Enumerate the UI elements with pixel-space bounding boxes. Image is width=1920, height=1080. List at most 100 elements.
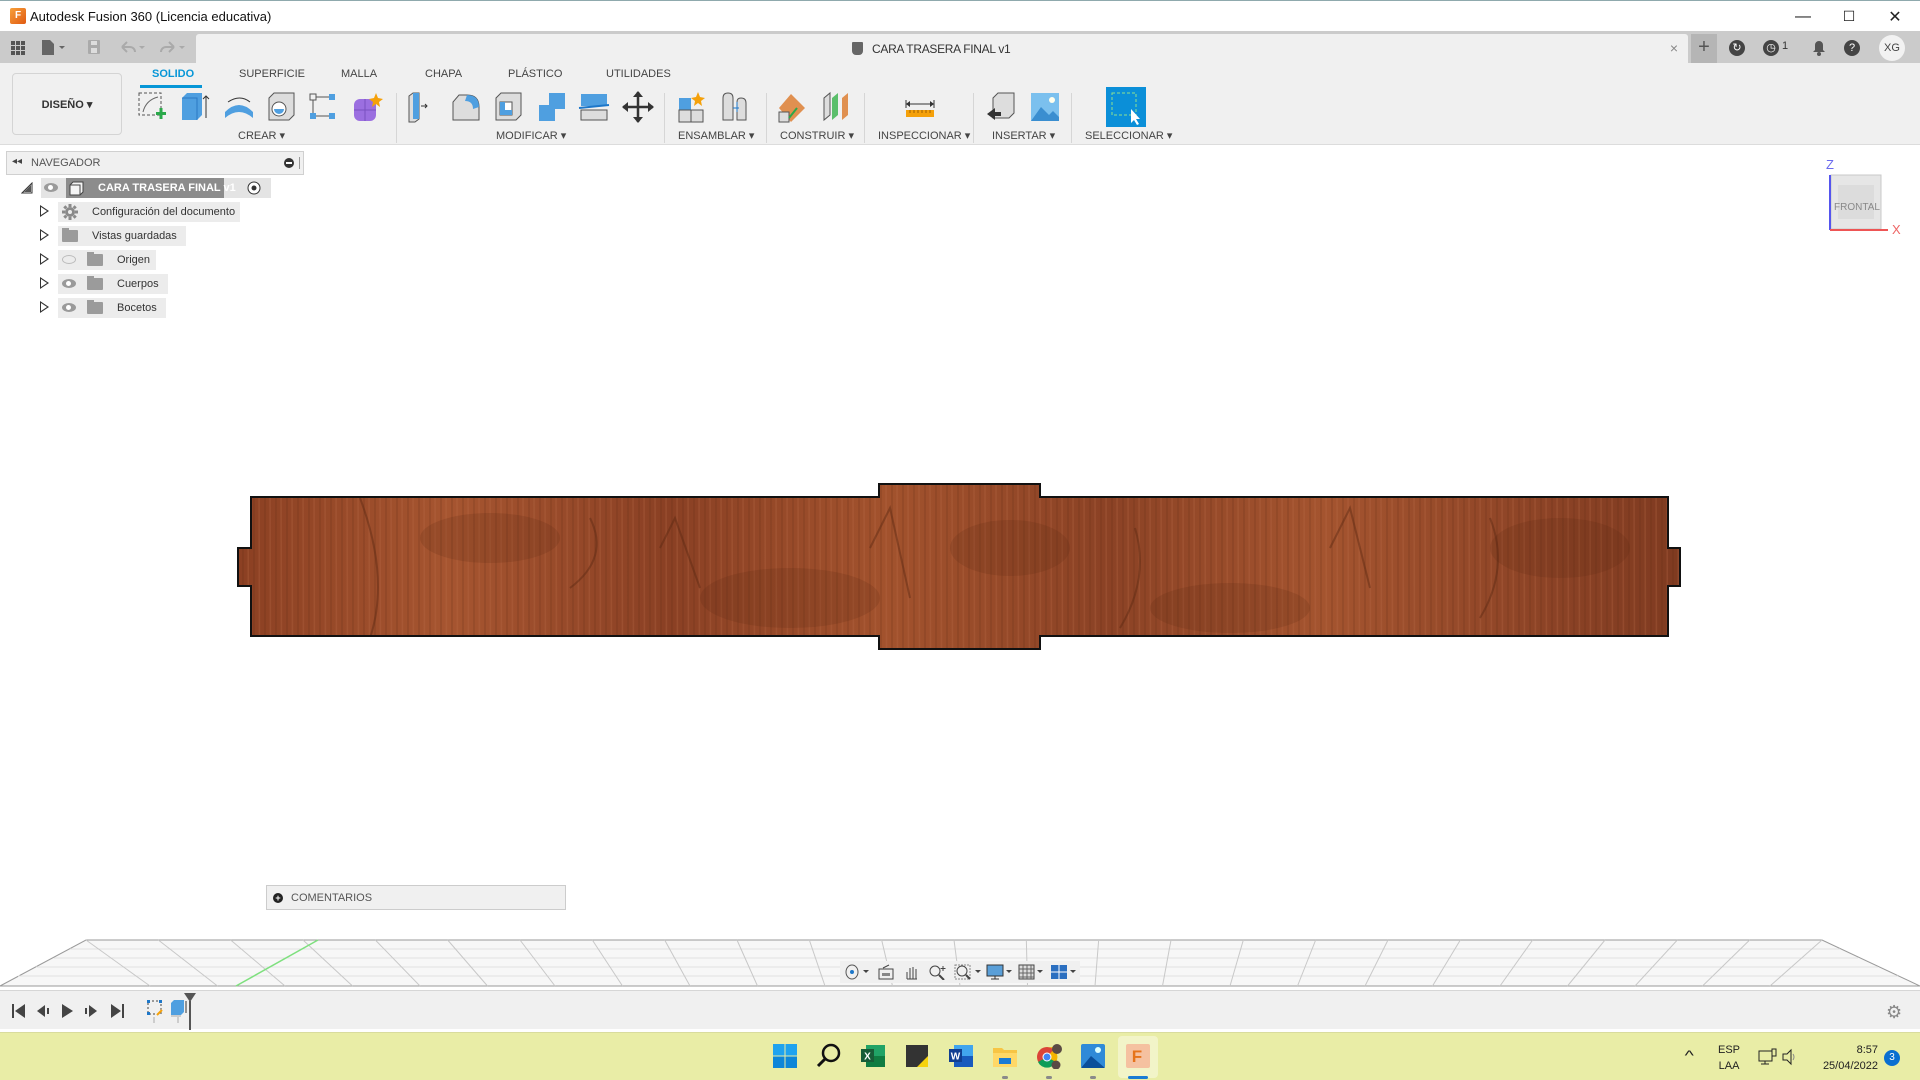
- visibility-eye-icon[interactable]: [62, 279, 76, 288]
- new-tab-button[interactable]: +: [1691, 34, 1717, 63]
- redo-icon[interactable]: [158, 38, 188, 56]
- tab-plastico[interactable]: PLÁSTICO: [508, 68, 562, 80]
- grid-settings-icon[interactable]: [1018, 964, 1046, 980]
- timeline-previous-icon[interactable]: [34, 1003, 52, 1019]
- insert-canvas-icon[interactable]: [1028, 90, 1062, 124]
- viewports-icon[interactable]: [1050, 964, 1078, 980]
- zoom-icon[interactable]: [928, 964, 948, 980]
- close-button[interactable]: ✕: [1872, 1, 1918, 32]
- joint-icon[interactable]: [719, 90, 753, 124]
- timeline-next-icon[interactable]: [82, 1003, 100, 1019]
- tab-superficie[interactable]: SUPERFICIE: [239, 68, 305, 80]
- press-pull-icon[interactable]: [405, 90, 439, 124]
- revolve-icon[interactable]: [222, 90, 256, 124]
- extrude-icon[interactable]: [178, 90, 212, 124]
- tab-malla[interactable]: MALLA: [341, 68, 377, 80]
- construir-menu[interactable]: CONSTRUIR ▾: [780, 129, 854, 142]
- sticky-notes-icon[interactable]: [904, 1043, 930, 1069]
- tree-item-origin[interactable]: Origen: [40, 250, 170, 270]
- show-hidden-icons-chevron[interactable]: ^: [1685, 1047, 1694, 1063]
- tree-item-document-settings[interactable]: Configuración del documento: [40, 202, 250, 222]
- display-settings-icon[interactable]: [986, 964, 1014, 980]
- modificar-menu[interactable]: MODIFICAR ▾: [496, 129, 566, 142]
- sketch-feature-icon[interactable]: [146, 999, 164, 1023]
- timeline-first-icon[interactable]: [10, 1003, 28, 1019]
- create-form-icon[interactable]: [350, 90, 384, 124]
- tab-utilidades[interactable]: UTILIDADES: [606, 68, 671, 80]
- chrome-icon[interactable]: [1036, 1043, 1062, 1069]
- timeline-marker-handle[interactable]: [184, 993, 196, 1030]
- file-menu-icon[interactable]: [40, 38, 70, 56]
- select-icon[interactable]: [1106, 87, 1146, 127]
- crear-menu[interactable]: CREAR ▾: [238, 129, 285, 142]
- undo-icon[interactable]: [118, 38, 148, 56]
- file-explorer-icon[interactable]: [992, 1043, 1018, 1069]
- create-sketch-icon[interactable]: [136, 90, 170, 124]
- seleccionar-menu[interactable]: SELECCIONAR ▾: [1085, 129, 1172, 142]
- board-body[interactable]: [230, 478, 1690, 658]
- fusion360-icon[interactable]: F: [1125, 1043, 1151, 1069]
- word-icon[interactable]: W: [948, 1043, 974, 1069]
- network-icon[interactable]: [1758, 1048, 1778, 1066]
- new-component-icon[interactable]: [676, 90, 710, 124]
- tree-item-bodies[interactable]: Cuerpos: [40, 274, 170, 294]
- data-panel-grid-icon[interactable]: [10, 38, 26, 56]
- look-at-icon[interactable]: [877, 964, 895, 980]
- visibility-eye-icon[interactable]: [62, 303, 76, 312]
- maximize-button[interactable]: ☐: [1826, 1, 1872, 32]
- minimize-navigator-button[interactable]: [284, 158, 294, 168]
- inspeccionar-menu[interactable]: INSPECCIONAR ▾: [878, 129, 970, 142]
- fillet-icon[interactable]: [449, 90, 483, 124]
- collapse-navigator-button[interactable]: ◂◂: [12, 156, 22, 167]
- orbit-icon[interactable]: [844, 964, 870, 980]
- collapse-triangle-icon[interactable]: [21, 182, 33, 194]
- workspace-switcher[interactable]: DISEÑO ▾: [12, 73, 122, 135]
- midplane-icon[interactable]: [820, 90, 854, 124]
- pan-icon[interactable]: [903, 964, 921, 980]
- save-icon[interactable]: [86, 38, 102, 56]
- windows-start-icon[interactable]: [772, 1043, 798, 1069]
- tree-item-saved-views[interactable]: Vistas guardadas: [40, 226, 210, 246]
- volume-icon[interactable]: [1782, 1048, 1798, 1066]
- help-icon[interactable]: ?: [1844, 40, 1860, 56]
- timeline-play-icon[interactable]: [58, 1003, 76, 1019]
- viewcube[interactable]: Z X FRONTAL: [1826, 157, 1901, 237]
- system-clock[interactable]: 8:57 25/04/2022: [1800, 1042, 1878, 1074]
- input-language-indicator[interactable]: ESP LAA: [1718, 1042, 1740, 1074]
- pattern-icon[interactable]: [307, 90, 341, 124]
- expand-triangle-icon[interactable]: [40, 205, 49, 217]
- job-status-icon[interactable]: ◷: [1763, 40, 1779, 56]
- move-icon[interactable]: [621, 90, 655, 124]
- split-body-icon[interactable]: [578, 90, 612, 124]
- timeline-settings-gear-icon[interactable]: ⚙: [1886, 1002, 1902, 1023]
- ensamblar-menu[interactable]: ENSAMBLAR ▾: [678, 129, 754, 142]
- visibility-eye-icon[interactable]: [44, 183, 58, 192]
- tree-item-sketches[interactable]: Bocetos: [40, 298, 170, 318]
- notifications-bell-icon[interactable]: [1812, 39, 1826, 57]
- combine-icon[interactable]: [535, 90, 569, 124]
- tree-root[interactable]: CARA TRASERA FINAL v1: [20, 178, 271, 198]
- minimize-button[interactable]: —: [1780, 1, 1826, 32]
- photos-icon[interactable]: [1080, 1043, 1106, 1069]
- expand-triangle-icon[interactable]: [40, 253, 49, 265]
- document-tab[interactable]: CARA TRASERA FINAL v1 ×: [196, 34, 1688, 63]
- close-tab-button[interactable]: ×: [1670, 40, 1678, 56]
- hole-icon[interactable]: [265, 90, 299, 124]
- expand-triangle-icon[interactable]: [40, 301, 49, 313]
- hidden-eye-icon[interactable]: [62, 255, 76, 264]
- activate-component-radio[interactable]: [247, 181, 261, 195]
- expand-triangle-icon[interactable]: [40, 277, 49, 289]
- notification-count-badge[interactable]: 3: [1884, 1050, 1900, 1066]
- add-comment-icon[interactable]: +: [273, 893, 283, 903]
- search-icon[interactable]: [816, 1043, 842, 1069]
- tab-chapa[interactable]: CHAPA: [425, 68, 462, 80]
- timeline-last-icon[interactable]: [108, 1003, 126, 1019]
- user-avatar[interactable]: XG: [1879, 35, 1905, 61]
- insert-derive-icon[interactable]: [985, 90, 1019, 124]
- extensions-icon[interactable]: ↻: [1729, 40, 1745, 56]
- comments-panel[interactable]: + COMENTARIOS: [266, 885, 566, 910]
- offset-plane-icon[interactable]: [776, 90, 810, 124]
- fit-icon[interactable]: [954, 964, 982, 980]
- expand-triangle-icon[interactable]: [40, 229, 49, 241]
- tab-solido[interactable]: SOLIDO: [152, 68, 194, 80]
